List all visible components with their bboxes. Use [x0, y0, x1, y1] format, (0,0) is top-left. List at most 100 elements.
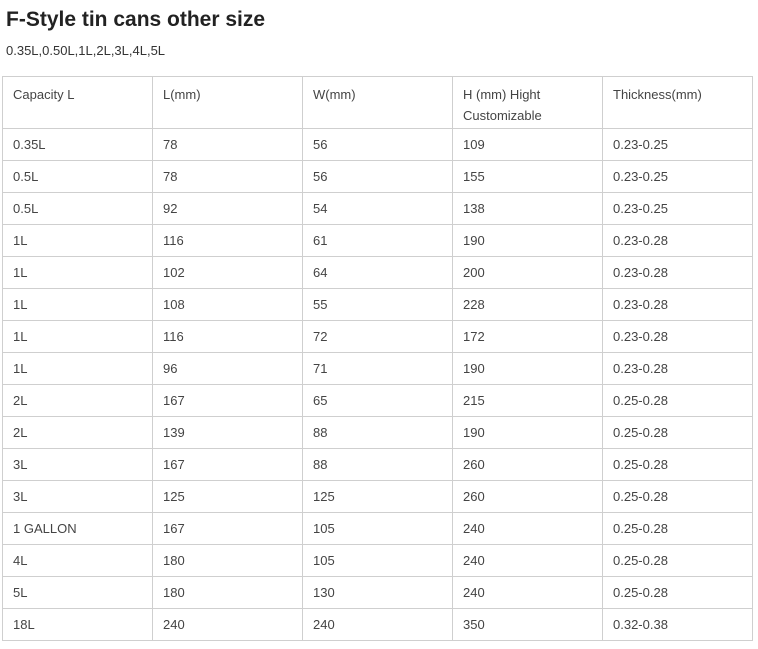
- cell-width: 56: [302, 160, 453, 193]
- cell-height: 200: [452, 256, 603, 289]
- cell-thickness: 0.25-0.28: [602, 512, 753, 545]
- cell-width: 71: [302, 352, 453, 385]
- table-row: 1L 96 71 190 0.23-0.28: [2, 352, 753, 385]
- cell-capacity: 1L: [2, 224, 153, 257]
- cell-thickness: 0.23-0.28: [602, 320, 753, 353]
- table-row: 0.35L 78 56 109 0.23-0.25: [2, 128, 753, 161]
- cell-length: 180: [152, 544, 303, 577]
- table-body: 0.35L 78 56 109 0.23-0.25 0.5L 78 56 155 0.23-0.2…: [2, 128, 753, 641]
- cell-length: 78: [152, 128, 303, 161]
- cell-height: 215: [452, 384, 603, 417]
- cell-thickness: 0.23-0.28: [602, 288, 753, 321]
- cell-width: 88: [302, 448, 453, 481]
- header-height: H (mm) Hight Customizable: [452, 76, 603, 129]
- cell-width: 54: [302, 192, 453, 225]
- cell-capacity: 3L: [2, 448, 153, 481]
- cell-length: 167: [152, 448, 303, 481]
- cell-thickness: 0.25-0.28: [602, 576, 753, 609]
- cell-length: 116: [152, 224, 303, 257]
- cell-thickness: 0.25-0.28: [602, 416, 753, 449]
- cell-height: 350: [452, 608, 603, 641]
- cell-capacity: 5L: [2, 576, 153, 609]
- cell-length: 167: [152, 512, 303, 545]
- cell-length: 96: [152, 352, 303, 385]
- cell-width: 240: [302, 608, 453, 641]
- cell-height: 260: [452, 480, 603, 513]
- cell-width: 55: [302, 288, 453, 321]
- cell-height: 240: [452, 512, 603, 545]
- cell-height: 190: [452, 352, 603, 385]
- table-row: 1L 116 61 190 0.23-0.28: [2, 224, 753, 257]
- table-row: 5L 180 130 240 0.25-0.28: [2, 576, 753, 609]
- cell-height: 190: [452, 416, 603, 449]
- cell-thickness: 0.23-0.25: [602, 192, 753, 225]
- table-row: 3L 125 125 260 0.25-0.28: [2, 480, 753, 513]
- cell-capacity: 1 GALLON: [2, 512, 153, 545]
- table-row: 1 GALLON 167 105 240 0.25-0.28: [2, 512, 753, 545]
- cell-length: 240: [152, 608, 303, 641]
- cell-capacity: 1L: [2, 256, 153, 289]
- header-width: W(mm): [302, 76, 453, 129]
- table-row: 0.5L 92 54 138 0.23-0.25: [2, 192, 753, 225]
- table-row: 18L 240 240 350 0.32-0.38: [2, 608, 753, 641]
- cell-capacity: 0.5L: [2, 160, 153, 193]
- cell-thickness: 0.23-0.25: [602, 160, 753, 193]
- cell-length: 108: [152, 288, 303, 321]
- table-row: 2L 139 88 190 0.25-0.28: [2, 416, 753, 449]
- size-spec-table: Capacity L L(mm) W(mm) H (mm) Hight Cust…: [2, 76, 753, 641]
- cell-width: 65: [302, 384, 453, 417]
- cell-thickness: 0.23-0.28: [602, 224, 753, 257]
- cell-length: 167: [152, 384, 303, 417]
- cell-thickness: 0.25-0.28: [602, 384, 753, 417]
- cell-length: 78: [152, 160, 303, 193]
- cell-width: 105: [302, 544, 453, 577]
- cell-capacity: 0.5L: [2, 192, 153, 225]
- cell-capacity: 1L: [2, 320, 153, 353]
- table-row: 3L 167 88 260 0.25-0.28: [2, 448, 753, 481]
- cell-capacity: 2L: [2, 384, 153, 417]
- cell-capacity: 3L: [2, 480, 153, 513]
- table-row: 1L 102 64 200 0.23-0.28: [2, 256, 753, 289]
- cell-length: 125: [152, 480, 303, 513]
- cell-capacity: 18L: [2, 608, 153, 641]
- cell-thickness: 0.23-0.28: [602, 352, 753, 385]
- cell-capacity: 1L: [2, 352, 153, 385]
- cell-capacity: 4L: [2, 544, 153, 577]
- cell-width: 105: [302, 512, 453, 545]
- cell-height: 138: [452, 192, 603, 225]
- header-row: Capacity L L(mm) W(mm) H (mm) Hight Cust…: [2, 76, 753, 129]
- cell-thickness: 0.23-0.28: [602, 256, 753, 289]
- cell-width: 125: [302, 480, 453, 513]
- cell-height: 172: [452, 320, 603, 353]
- cell-length: 180: [152, 576, 303, 609]
- table-row: 1L 108 55 228 0.23-0.28: [2, 288, 753, 321]
- header-length: L(mm): [152, 76, 303, 129]
- cell-height: 260: [452, 448, 603, 481]
- header-capacity: Capacity L: [2, 76, 153, 129]
- cell-thickness: 0.23-0.25: [602, 128, 753, 161]
- cell-height: 155: [452, 160, 603, 193]
- page-title: F-Style tin cans other size: [6, 8, 266, 31]
- table-header: Capacity L L(mm) W(mm) H (mm) Hight Cust…: [2, 76, 753, 129]
- cell-width: 61: [302, 224, 453, 257]
- cell-capacity: 1L: [2, 288, 153, 321]
- table-row: 1L 116 72 172 0.23-0.28: [2, 320, 753, 353]
- cell-thickness: 0.25-0.28: [602, 448, 753, 481]
- cell-height: 109: [452, 128, 603, 161]
- cell-width: 88: [302, 416, 453, 449]
- cell-thickness: 0.32-0.38: [602, 608, 753, 641]
- cell-length: 116: [152, 320, 303, 353]
- cell-height: 190: [452, 224, 603, 257]
- table-row: 0.5L 78 56 155 0.23-0.25: [2, 160, 753, 193]
- cell-width: 72: [302, 320, 453, 353]
- cell-length: 102: [152, 256, 303, 289]
- cell-capacity: 0.35L: [2, 128, 153, 161]
- cell-height: 240: [452, 576, 603, 609]
- cell-thickness: 0.25-0.28: [602, 544, 753, 577]
- capacity-summary: 0.35L,0.50L,1L,2L,3L,4L,5L: [6, 43, 166, 58]
- cell-height: 240: [452, 544, 603, 577]
- cell-length: 139: [152, 416, 303, 449]
- cell-height: 228: [452, 288, 603, 321]
- table-row: 2L 167 65 215 0.25-0.28: [2, 384, 753, 417]
- table-row: 4L 180 105 240 0.25-0.28: [2, 544, 753, 577]
